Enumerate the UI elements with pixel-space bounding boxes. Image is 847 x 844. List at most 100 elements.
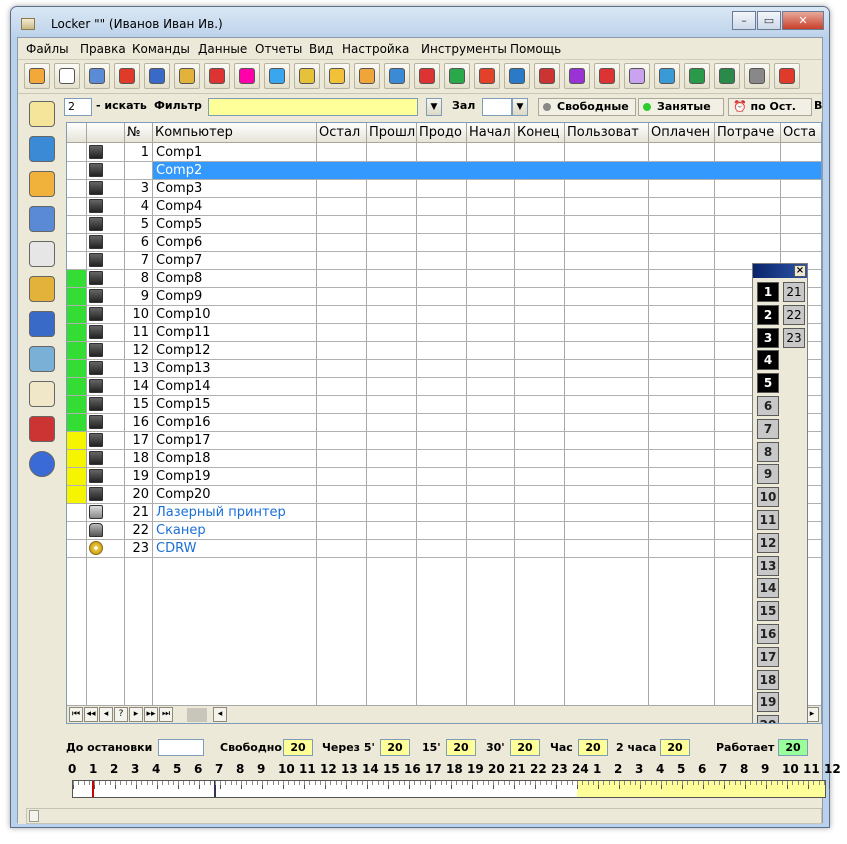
column-header-0[interactable] <box>67 123 87 143</box>
sync-button[interactable] <box>714 63 740 89</box>
busy-filter-button[interactable]: Занятые <box>638 98 724 116</box>
popup-number-button[interactable]: 5 <box>757 373 779 394</box>
table-row[interactable]: 6 Comp6 <box>67 234 821 252</box>
timer-button[interactable] <box>26 343 58 375</box>
table-row[interactable]: 17 Comp17 <box>67 432 821 450</box>
table-row[interactable]: 15 Comp15 <box>67 396 821 414</box>
computers-grid[interactable]: № Компьютер Остал Прошл Продо Начал Конец Польз… <box>66 122 822 724</box>
popup-number-button[interactable]: 4 <box>757 350 779 371</box>
pin-button[interactable] <box>204 63 230 89</box>
table-row[interactable]: 21 Лазерный принтер <box>67 504 821 522</box>
new-document-button[interactable] <box>54 63 80 89</box>
table-row[interactable]: 1 Comp1 <box>67 144 821 162</box>
table-row[interactable]: 10 Comp10 <box>67 306 821 324</box>
popup-number-button[interactable]: 13 <box>757 555 779 576</box>
main-hscroll[interactable] <box>26 808 822 824</box>
printer-button[interactable] <box>744 63 770 89</box>
brush-button[interactable] <box>414 63 440 89</box>
popup-number-button[interactable]: 18 <box>757 669 779 690</box>
close-button[interactable]: ✕ <box>782 11 824 30</box>
book-button[interactable] <box>26 238 58 270</box>
menu-settings[interactable]: Настройка <box>342 42 409 56</box>
column-header-8[interactable]: Конец <box>515 123 565 143</box>
title-bar[interactable]: Locker "" (Иванов Иван Ив.) – ▭ ✕ <box>11 7 829 37</box>
table-row[interactable]: 14 Comp14 <box>67 378 821 396</box>
popup-number-button[interactable]: 7 <box>757 418 779 439</box>
stop-button[interactable] <box>114 63 140 89</box>
menu-files[interactable]: Файлы <box>26 42 69 56</box>
column-header-11[interactable]: Потраче <box>715 123 781 143</box>
money-button[interactable] <box>26 273 58 305</box>
column-header-6[interactable]: Продо <box>417 123 467 143</box>
table-row[interactable]: 8 Comp8 <box>67 270 821 288</box>
remote-button[interactable] <box>534 63 560 89</box>
table-row[interactable]: 11 Comp11 <box>67 324 821 342</box>
refresh-network-button[interactable] <box>504 63 530 89</box>
menu-data[interactable]: Данные <box>198 42 247 56</box>
time-ruler-bar[interactable] <box>72 780 830 798</box>
table-row[interactable]: 16 Comp16 <box>67 414 821 432</box>
column-header-12[interactable]: Оста <box>781 123 821 143</box>
popup-number-button[interactable]: 3 <box>757 327 779 348</box>
table-row[interactable]: 23 CDRW <box>67 540 821 558</box>
table-row[interactable]: 2 Comp2 <box>67 162 821 180</box>
table-row[interactable]: 22 Сканер <box>67 522 821 540</box>
filter-dropdown-button[interactable]: ▼ <box>426 98 442 116</box>
popup-number-button[interactable]: 15 <box>757 601 779 622</box>
menu-edit[interactable]: Правка <box>80 42 126 56</box>
table-row[interactable]: 19 Comp19 <box>67 468 821 486</box>
popup-number-button[interactable]: 6 <box>757 396 779 416</box>
tools-button[interactable] <box>26 413 58 445</box>
power-button[interactable] <box>474 63 500 89</box>
popup-device-button[interactable]: 23 <box>783 327 805 348</box>
popup-number-button[interactable]: 2 <box>757 304 779 325</box>
table-row[interactable]: 12 Comp12 <box>67 342 821 360</box>
popup-number-button[interactable]: 12 <box>757 532 779 553</box>
smile-button[interactable] <box>324 63 350 89</box>
table-row[interactable]: 5 Comp5 <box>67 216 821 234</box>
popup-number-button[interactable]: 8 <box>757 441 779 462</box>
menu-help[interactable]: Помощь <box>510 42 561 56</box>
copy-button[interactable] <box>84 63 110 89</box>
dollar-smile-button[interactable] <box>354 63 380 89</box>
popup-number-button[interactable]: 11 <box>757 510 779 530</box>
hscroll-thumb[interactable] <box>29 810 39 822</box>
count-input[interactable]: 2 <box>64 98 92 116</box>
footprints-button[interactable] <box>294 63 320 89</box>
undo-button[interactable] <box>684 63 710 89</box>
popup-header[interactable]: × <box>753 264 807 278</box>
chart-button[interactable] <box>774 63 800 89</box>
popup-number-button[interactable]: 17 <box>757 646 779 667</box>
hall-input[interactable] <box>482 98 512 116</box>
statistics-button[interactable] <box>26 308 58 340</box>
coffee-button[interactable] <box>26 378 58 410</box>
table-row[interactable]: 9 Comp9 <box>67 288 821 306</box>
cross-button[interactable] <box>594 63 620 89</box>
table-row[interactable]: 13 Comp13 <box>67 360 821 378</box>
column-header-7[interactable]: Начал <box>467 123 515 143</box>
nav-help-button[interactable]: ? <box>114 707 128 722</box>
popup-device-button[interactable]: 21 <box>783 282 805 302</box>
column-header-4[interactable]: Остал <box>317 123 367 143</box>
filter-input[interactable] <box>208 98 418 116</box>
nav-last-button[interactable]: ⏭ <box>159 707 173 722</box>
table-row[interactable]: 20 Comp20 <box>67 486 821 504</box>
nav-prev-page-button[interactable]: ◂◂ <box>84 707 98 722</box>
table-row[interactable]: 7 Comp7 <box>67 252 821 270</box>
popup-number-button[interactable]: 9 <box>757 464 779 485</box>
play-button[interactable] <box>264 63 290 89</box>
free-filter-button[interactable]: Свободные <box>538 98 636 116</box>
until-stop-input[interactable] <box>158 739 204 756</box>
popup-number-button[interactable]: 1 <box>757 282 779 302</box>
column-header-9[interactable]: Пользоват <box>565 123 649 143</box>
popup-number-button[interactable]: 14 <box>757 578 779 599</box>
monitor-button[interactable] <box>26 133 58 165</box>
popup-close-button[interactable]: × <box>794 265 806 277</box>
nav-prev-button[interactable]: ◂ <box>99 707 113 722</box>
scroll-left-arrow[interactable]: ◂ <box>213 707 227 722</box>
column-header-3[interactable]: Компьютер <box>153 123 317 143</box>
column-header-1[interactable] <box>87 123 125 143</box>
table-row[interactable]: 3 Comp3 <box>67 180 821 198</box>
column-header-5[interactable]: Прошл <box>367 123 417 143</box>
nav-next-page-button[interactable]: ▸▸ <box>144 707 158 722</box>
